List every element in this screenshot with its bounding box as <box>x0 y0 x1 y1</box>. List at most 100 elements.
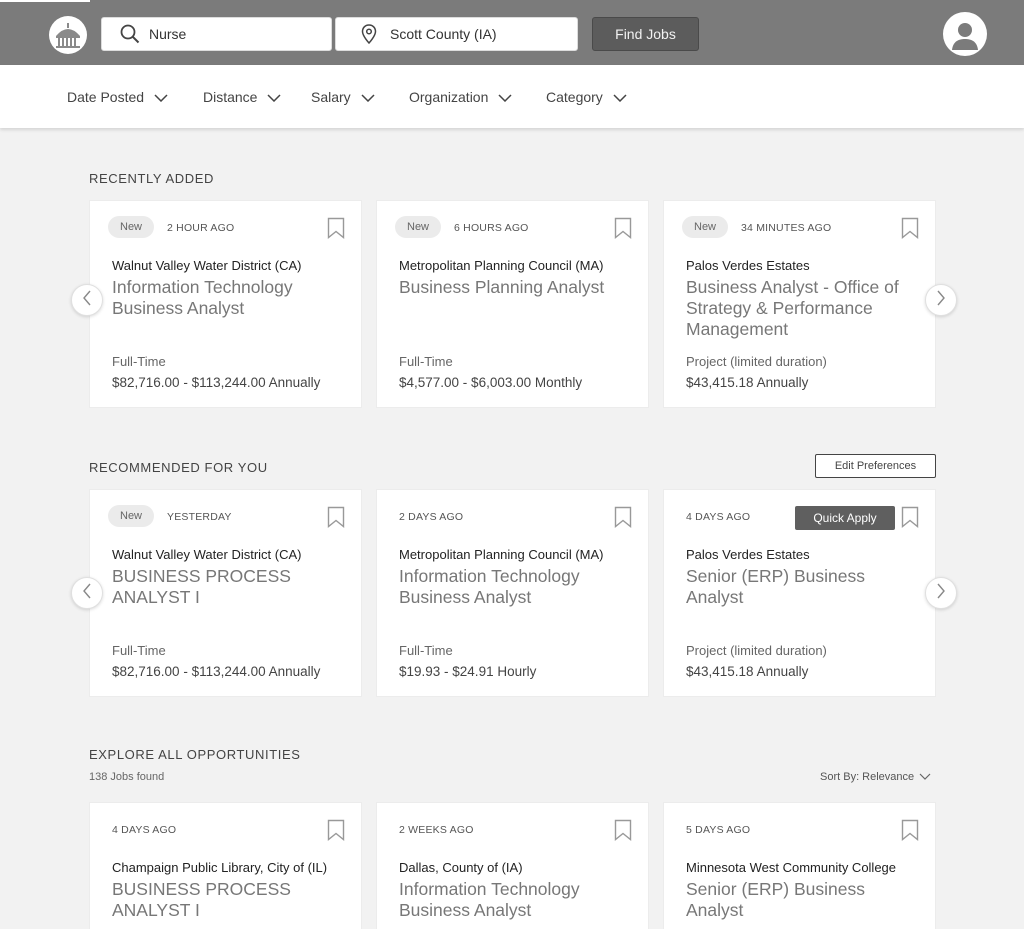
job-type: Full-Time <box>399 354 453 369</box>
sort-label: Sort By: Relevance <box>820 771 915 783</box>
carousel-prev-button[interactable] <box>71 577 103 609</box>
posted-time: 2 WEEKS AGO <box>399 824 474 836</box>
job-title[interactable]: Senior (ERP) Business Analyst <box>686 879 926 921</box>
jobs-found-count: 138 Jobs found <box>89 771 164 783</box>
user-avatar-icon[interactable] <box>943 12 987 56</box>
job-title[interactable]: Business Analyst - Office of Strategy & … <box>686 277 926 340</box>
bookmark-icon[interactable] <box>614 506 632 528</box>
job-title[interactable]: Senior (ERP) Business Analyst <box>686 566 926 608</box>
bookmark-icon[interactable] <box>327 506 345 528</box>
filter-bar: Date Posted Distance Salary Organization… <box>0 65 1024 128</box>
job-title[interactable]: BUSINESS PROCESS ANALYST I <box>112 879 352 921</box>
job-salary: $19.93 - $24.91 Hourly <box>399 664 537 679</box>
job-title[interactable]: Business Planning Analyst <box>399 277 639 298</box>
jobs-count: 138 <box>89 771 108 783</box>
job-card[interactable]: New 34 MINUTES AGO Palos Verdes Estates … <box>663 200 936 408</box>
posted-time: 34 MINUTES AGO <box>741 222 832 234</box>
job-title[interactable]: Information Technology Business Analyst <box>399 879 639 921</box>
filter-organization[interactable]: Organization <box>409 89 512 105</box>
job-card[interactable]: 4 DAYS AGO Quick Apply Palos Verdes Esta… <box>663 489 936 697</box>
job-title[interactable]: BUSINESS PROCESS ANALYST I <box>112 566 352 608</box>
find-jobs-button[interactable]: Find Jobs <box>592 17 699 51</box>
chevron-left-icon <box>82 583 92 604</box>
filter-label: Salary <box>311 89 351 105</box>
filter-date-posted[interactable]: Date Posted <box>67 89 168 105</box>
filter-category[interactable]: Category <box>546 89 627 105</box>
jobs-suffix: Jobs found <box>110 771 165 783</box>
posted-time: 6 HOURS AGO <box>454 222 529 234</box>
carousel-next-button[interactable] <box>925 577 957 609</box>
bookmark-icon[interactable] <box>614 217 632 239</box>
bookmark-icon[interactable] <box>901 819 919 841</box>
filter-label: Category <box>546 89 603 105</box>
posted-time: 2 DAYS AGO <box>399 511 464 523</box>
top-bar: Find Jobs <box>0 0 1024 65</box>
bookmark-icon[interactable] <box>327 819 345 841</box>
organization-name: Metropolitan Planning Council (MA) <box>399 547 604 562</box>
job-card[interactable]: New 6 HOURS AGO Metropolitan Planning Co… <box>376 200 649 408</box>
bookmark-icon[interactable] <box>901 506 919 528</box>
job-type: Project (limited duration) <box>686 643 827 658</box>
job-card[interactable]: 2 WEEKS AGO Dallas, County of (IA) Infor… <box>376 802 649 929</box>
top-accent-line <box>0 0 90 2</box>
location-search-box[interactable] <box>335 17 578 51</box>
chevron-left-icon <box>82 290 92 311</box>
job-salary: $43,415.18 Annually <box>686 664 809 679</box>
job-salary: $43,415.18 Annually <box>686 375 809 390</box>
job-card[interactable]: New 2 HOUR AGO Walnut Valley Water Distr… <box>89 200 362 408</box>
chevron-down-icon <box>919 771 931 783</box>
organization-name: Palos Verdes Estates <box>686 258 810 273</box>
organization-name: Walnut Valley Water District (CA) <box>112 547 302 562</box>
job-title[interactable]: Information Technology Business Analyst <box>399 566 639 608</box>
organization-name: Walnut Valley Water District (CA) <box>112 258 302 273</box>
chevron-down-icon <box>154 89 168 105</box>
chevron-down-icon <box>361 89 375 105</box>
job-type: Project (limited duration) <box>686 354 827 369</box>
job-type: Full-Time <box>399 643 453 658</box>
chevron-right-icon <box>936 583 946 604</box>
organization-name: Dallas, County of (IA) <box>399 860 523 875</box>
bookmark-icon[interactable] <box>327 217 345 239</box>
job-title[interactable]: Information Technology Business Analyst <box>112 277 352 319</box>
organization-name: Palos Verdes Estates <box>686 547 810 562</box>
capitol-logo-icon[interactable] <box>49 16 87 54</box>
bookmark-icon[interactable] <box>901 217 919 239</box>
filter-salary[interactable]: Salary <box>311 89 375 105</box>
edit-preferences-button[interactable]: Edit Preferences <box>815 454 936 478</box>
new-badge: New <box>108 216 155 238</box>
location-input[interactable] <box>390 26 540 42</box>
job-card[interactable]: 5 DAYS AGO Minnesota West Community Coll… <box>663 802 936 929</box>
job-type: Full-Time <box>112 643 166 658</box>
job-card[interactable]: New YESTERDAY Walnut Valley Water Distri… <box>89 489 362 697</box>
organization-name: Champaign Public Library, City of (IL) <box>112 860 328 875</box>
chevron-down-icon <box>267 89 281 105</box>
posted-time: YESTERDAY <box>167 511 232 523</box>
search-icon <box>119 23 141 45</box>
filter-distance[interactable]: Distance <box>203 89 281 105</box>
carousel-prev-button[interactable] <box>71 284 103 316</box>
keyword-input[interactable] <box>149 26 299 42</box>
new-badge: New <box>682 216 729 238</box>
carousel-next-button[interactable] <box>925 284 957 316</box>
chevron-down-icon <box>498 89 512 105</box>
job-salary: $82,716.00 - $113,244.00 Annually <box>112 375 321 390</box>
posted-time: 4 DAYS AGO <box>686 511 751 523</box>
job-type: Full-Time <box>112 354 166 369</box>
sort-by-dropdown[interactable]: Sort By: Relevance <box>820 771 931 783</box>
section-title-explore: EXPLORE ALL OPPORTUNITIES <box>89 747 301 762</box>
keyword-search-box[interactable] <box>101 17 332 51</box>
job-card[interactable]: 4 DAYS AGO Champaign Public Library, Cit… <box>89 802 362 929</box>
filter-label: Organization <box>409 89 489 105</box>
job-card[interactable]: 2 DAYS AGO Metropolitan Planning Council… <box>376 489 649 697</box>
posted-time: 2 HOUR AGO <box>167 222 235 234</box>
chevron-down-icon <box>613 89 627 105</box>
posted-time: 4 DAYS AGO <box>112 824 177 836</box>
section-title-recently-added: RECENTLY ADDED <box>89 171 214 186</box>
posted-time: 5 DAYS AGO <box>686 824 751 836</box>
bookmark-icon[interactable] <box>614 819 632 841</box>
job-salary: $82,716.00 - $113,244.00 Annually <box>112 664 321 679</box>
job-salary: $4,577.00 - $6,003.00 Monthly <box>399 375 583 390</box>
new-badge: New <box>395 216 442 238</box>
quick-apply-button[interactable]: Quick Apply <box>795 506 895 530</box>
chevron-right-icon <box>936 290 946 311</box>
